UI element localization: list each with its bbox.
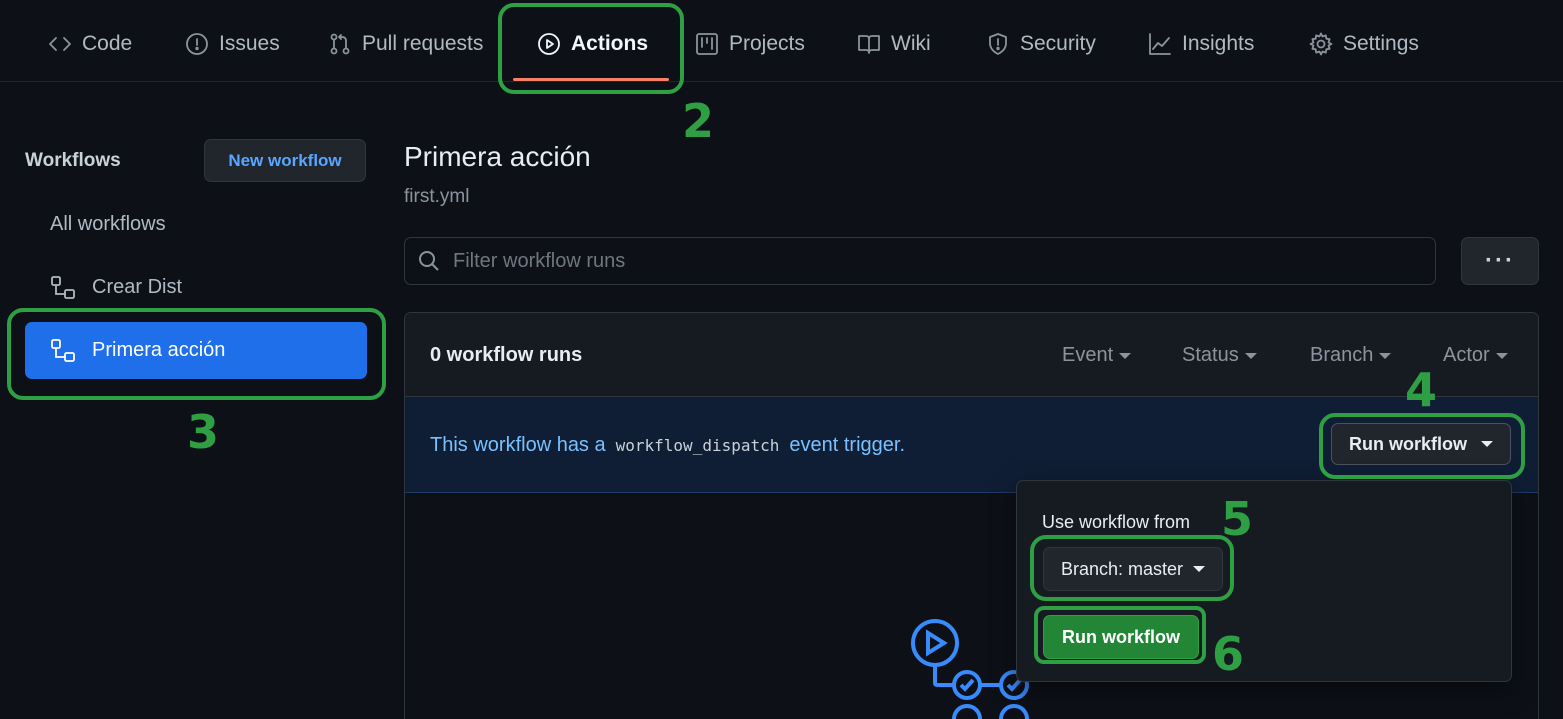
filter-runs-search xyxy=(404,237,1436,285)
tab-security[interactable]: Security xyxy=(986,28,1096,60)
annotation-box-branch xyxy=(1030,535,1234,601)
annotation-box-run xyxy=(1034,606,1206,664)
dispatch-message: This workflow has a workflow_dispatch ev… xyxy=(430,434,905,457)
filter-label: Actor xyxy=(1443,344,1490,366)
repo-nav: Code Issues Pull requests Actions Projec… xyxy=(0,0,1563,82)
filter-label: Branch xyxy=(1310,344,1374,366)
dispatch-code: workflow_dispatch xyxy=(615,436,780,455)
graph-icon xyxy=(1149,33,1171,55)
caret-down-icon xyxy=(1119,352,1132,359)
tab-label: Insights xyxy=(1182,32,1255,55)
gear-icon xyxy=(1309,32,1333,56)
caret-down-icon xyxy=(1379,352,1392,359)
tab-insights[interactable]: Insights xyxy=(1148,28,1254,60)
project-icon xyxy=(696,33,718,55)
filter-event[interactable]: Event xyxy=(1062,344,1132,367)
filter-label: Status xyxy=(1182,344,1239,366)
dispatch-prefix: This workflow has a xyxy=(430,434,606,456)
tab-label: Projects xyxy=(729,32,805,55)
new-workflow-button[interactable]: New workflow xyxy=(204,139,366,182)
tab-label: Pull requests xyxy=(362,32,484,55)
dispatch-suffix: event trigger. xyxy=(789,434,906,456)
workflow-icon xyxy=(51,275,75,299)
sidebar-title: Workflows xyxy=(25,150,121,171)
code-icon xyxy=(49,37,71,51)
annotation-box-run-workflow xyxy=(1319,413,1525,479)
annotation-box-actions xyxy=(498,3,684,94)
pull-request-icon xyxy=(330,33,350,55)
annotation-number: 3 xyxy=(187,405,220,459)
annotation-number: 2 xyxy=(682,94,715,148)
filter-status[interactable]: Status xyxy=(1182,344,1257,367)
filter-runs-input[interactable] xyxy=(453,249,1353,273)
caret-down-icon xyxy=(1495,352,1508,359)
tab-label: Issues xyxy=(219,32,280,55)
page-title: Primera acción xyxy=(404,141,591,172)
tab-settings[interactable]: Settings xyxy=(1309,28,1419,60)
tab-label: Security xyxy=(1020,32,1096,55)
more-options-button[interactable]: ··· xyxy=(1461,237,1539,285)
runs-header: 0 workflow runs Event Status Branch Acto… xyxy=(405,313,1538,397)
filter-actor[interactable]: Actor xyxy=(1443,344,1508,367)
runs-count: 0 workflow runs xyxy=(430,344,583,366)
use-workflow-from-label: Use workflow from xyxy=(1042,512,1191,532)
annotation-number: 5 xyxy=(1221,492,1254,546)
search-icon xyxy=(419,251,439,271)
sidebar-item-label: All workflows xyxy=(50,213,166,235)
shield-icon xyxy=(989,33,1007,55)
annotation-box-workflow xyxy=(7,308,386,400)
issue-icon xyxy=(186,33,208,55)
annotation-number: 6 xyxy=(1212,627,1245,681)
tab-pull-requests[interactable]: Pull requests xyxy=(328,28,483,60)
tab-label: Settings xyxy=(1343,32,1419,55)
filter-branch[interactable]: Branch xyxy=(1310,344,1392,367)
annotation-number: 4 xyxy=(1405,363,1438,417)
tab-label: Code xyxy=(82,32,133,55)
caret-down-icon xyxy=(1244,352,1257,359)
tab-label: Wiki xyxy=(891,32,931,55)
sidebar-item-all-workflows[interactable]: All workflows xyxy=(25,196,367,253)
tab-projects[interactable]: Projects xyxy=(695,28,805,60)
tab-code[interactable]: Code xyxy=(48,28,132,60)
book-icon xyxy=(858,35,880,54)
tab-wiki[interactable]: Wiki xyxy=(857,28,931,60)
workflow-filename: first.yml xyxy=(404,186,470,207)
sidebar-item-label: Crear Dist xyxy=(92,276,183,298)
tab-issues[interactable]: Issues xyxy=(185,28,280,60)
filter-label: Event xyxy=(1062,344,1114,366)
